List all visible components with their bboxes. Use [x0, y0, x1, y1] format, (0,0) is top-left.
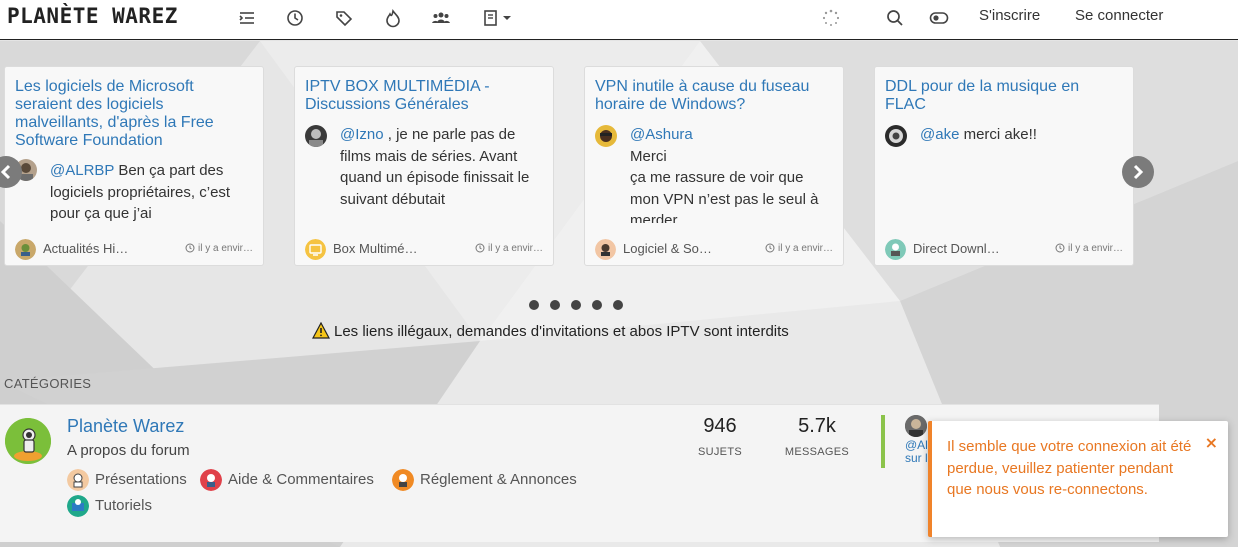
carousel-prev-button[interactable] — [0, 156, 22, 188]
user-mention[interactable]: @ALRBP — [50, 162, 114, 179]
card-footer: Logiciel & So… il y a envir… — [595, 237, 833, 261]
theme-toggle-icon[interactable] — [929, 8, 949, 28]
user-mention[interactable]: @ake — [920, 126, 959, 143]
carousel-dot[interactable] — [571, 300, 581, 310]
category-badge-icon[interactable] — [885, 239, 906, 260]
category-description: A propos du forum — [67, 442, 190, 459]
tutorials-icon — [67, 495, 89, 517]
card-title[interactable]: Les logiciels de Microsoft seraient des … — [15, 78, 253, 150]
category-color-bar — [881, 415, 885, 468]
timestamp-text: il y a envir… — [197, 243, 253, 254]
carousel-dot[interactable] — [529, 300, 539, 310]
rules-icon — [392, 469, 414, 491]
user-mention[interactable]: @Ashura — [630, 126, 693, 143]
topics-label: SUJETS — [698, 446, 742, 458]
close-icon[interactable]: × — [1205, 433, 1218, 452]
clock-icon — [1055, 243, 1065, 253]
category-badge-icon[interactable] — [15, 239, 36, 260]
card-footer: Actualités Hi… il y a envir… — [15, 237, 253, 261]
last-post-on: sur l — [905, 451, 928, 465]
user-mention[interactable]: @Izno — [340, 126, 384, 143]
subcategory-label: Aide & Commentaires — [228, 471, 374, 488]
help-icon — [200, 469, 222, 491]
connection-lost-alert: Il semble que votre connexion ait été pe… — [928, 421, 1228, 537]
users-icon[interactable] — [431, 8, 451, 28]
avatar[interactable] — [905, 415, 927, 437]
chevron-left-icon — [0, 164, 11, 180]
carousel-dot[interactable] — [550, 300, 560, 310]
timestamp: il y a envir… — [765, 243, 833, 254]
categories-heading: CATÉGORIES — [4, 376, 92, 391]
timestamp-text: il y a envir… — [777, 243, 833, 254]
avatar[interactable] — [305, 125, 327, 147]
category-name[interactable]: Actualités Hi… — [43, 241, 128, 256]
carousel-card[interactable]: VPN inutile à cause du fuseau horaire de… — [584, 66, 844, 266]
carousel-dot[interactable] — [613, 300, 623, 310]
category-name[interactable]: Logiciel & So… — [623, 241, 712, 256]
card-post-text: @Izno , je ne parle pas de films mais de… — [340, 124, 543, 223]
warning-icon — [312, 321, 330, 339]
rules-notice: Les liens illégaux, demandes d'invitatio… — [312, 321, 789, 340]
category-icon[interactable] — [5, 418, 51, 464]
carousel-dot[interactable] — [592, 300, 602, 310]
subcategory-label: Tutoriels — [95, 497, 152, 514]
card-post-text: @Ashura Merci ça me rassure de voir que mo… — [630, 124, 833, 223]
timestamp: il y a envir… — [185, 243, 253, 254]
posts-count: 5.7k — [798, 415, 836, 437]
subcategory-label: Présentations — [95, 471, 187, 488]
card-title[interactable]: DDL pour de la musique en FLAC — [885, 78, 1123, 114]
astronaut-icon — [5, 418, 51, 464]
timestamp: il y a envir… — [1055, 243, 1123, 254]
presentations-icon — [67, 469, 89, 491]
category-name[interactable]: Direct Downl… — [913, 241, 1000, 256]
groups-icon[interactable] — [482, 8, 516, 28]
site-logo[interactable]: PLANÈTE WAREZ — [7, 4, 178, 28]
clock-icon — [765, 243, 775, 253]
category-badge-icon[interactable] — [305, 239, 326, 260]
carousel-next-button[interactable] — [1122, 156, 1154, 188]
avatar[interactable] — [595, 125, 617, 147]
timestamp-text: il y a envir… — [487, 243, 543, 254]
timestamp-text: il y a envir… — [1067, 243, 1123, 254]
card-title[interactable]: IPTV BOX MULTIMÉDIA - Discussions Généra… — [305, 78, 543, 114]
timestamp: il y a envir… — [475, 243, 543, 254]
clock-icon — [185, 243, 195, 253]
clock-icon[interactable] — [285, 8, 305, 28]
navbar: PLANÈTE WAREZ S'inscrire Se connecter — [0, 0, 1238, 40]
search-icon[interactable] — [885, 8, 905, 28]
notice-text: Les liens illégaux, demandes d'invitatio… — [334, 323, 789, 340]
loading-spinner-icon — [822, 9, 840, 26]
chevron-right-icon — [1133, 164, 1144, 180]
register-link[interactable]: S'inscrire — [979, 7, 1040, 24]
login-link[interactable]: Se connecter — [1075, 7, 1163, 24]
avatar[interactable] — [885, 125, 907, 147]
category-badge-icon[interactable] — [595, 239, 616, 260]
card-footer: Box Multimé… il y a envir… — [305, 237, 543, 261]
category-title[interactable]: Planète Warez — [67, 416, 184, 437]
alert-message: Il semble que votre connexion ait été pe… — [947, 438, 1192, 499]
post-excerpt-line: Merci — [630, 147, 667, 165]
post-excerpt: ça me rassure de voir que mon VPN n’est … — [630, 169, 819, 223]
category-name[interactable]: Box Multimé… — [333, 241, 418, 256]
card-footer: Direct Downl… il y a envir… — [885, 237, 1123, 261]
popular-icon[interactable] — [383, 8, 403, 28]
clock-icon — [475, 243, 485, 253]
carousel-card[interactable]: Les logiciels de Microsoft seraient des … — [4, 66, 264, 266]
recent-icon[interactable] — [237, 8, 257, 28]
post-excerpt: merci ake!! — [959, 126, 1037, 143]
subcategory-label: Réglement & Annonces — [420, 471, 577, 488]
card-title[interactable]: VPN inutile à cause du fuseau horaire de… — [595, 78, 833, 114]
posts-label: MESSAGES — [784, 446, 850, 458]
tags-icon[interactable] — [334, 8, 354, 28]
card-post-text: @ake merci ake!! — [920, 124, 1123, 164]
carousel-card[interactable]: IPTV BOX MULTIMÉDIA - Discussions Généra… — [294, 66, 554, 266]
carousel-card[interactable]: DDL pour de la musique en FLAC @ake merc… — [874, 66, 1134, 266]
topics-count: 946 — [703, 415, 737, 437]
card-post-text: @ALRBP Ben ça part des logiciels proprié… — [50, 160, 253, 224]
